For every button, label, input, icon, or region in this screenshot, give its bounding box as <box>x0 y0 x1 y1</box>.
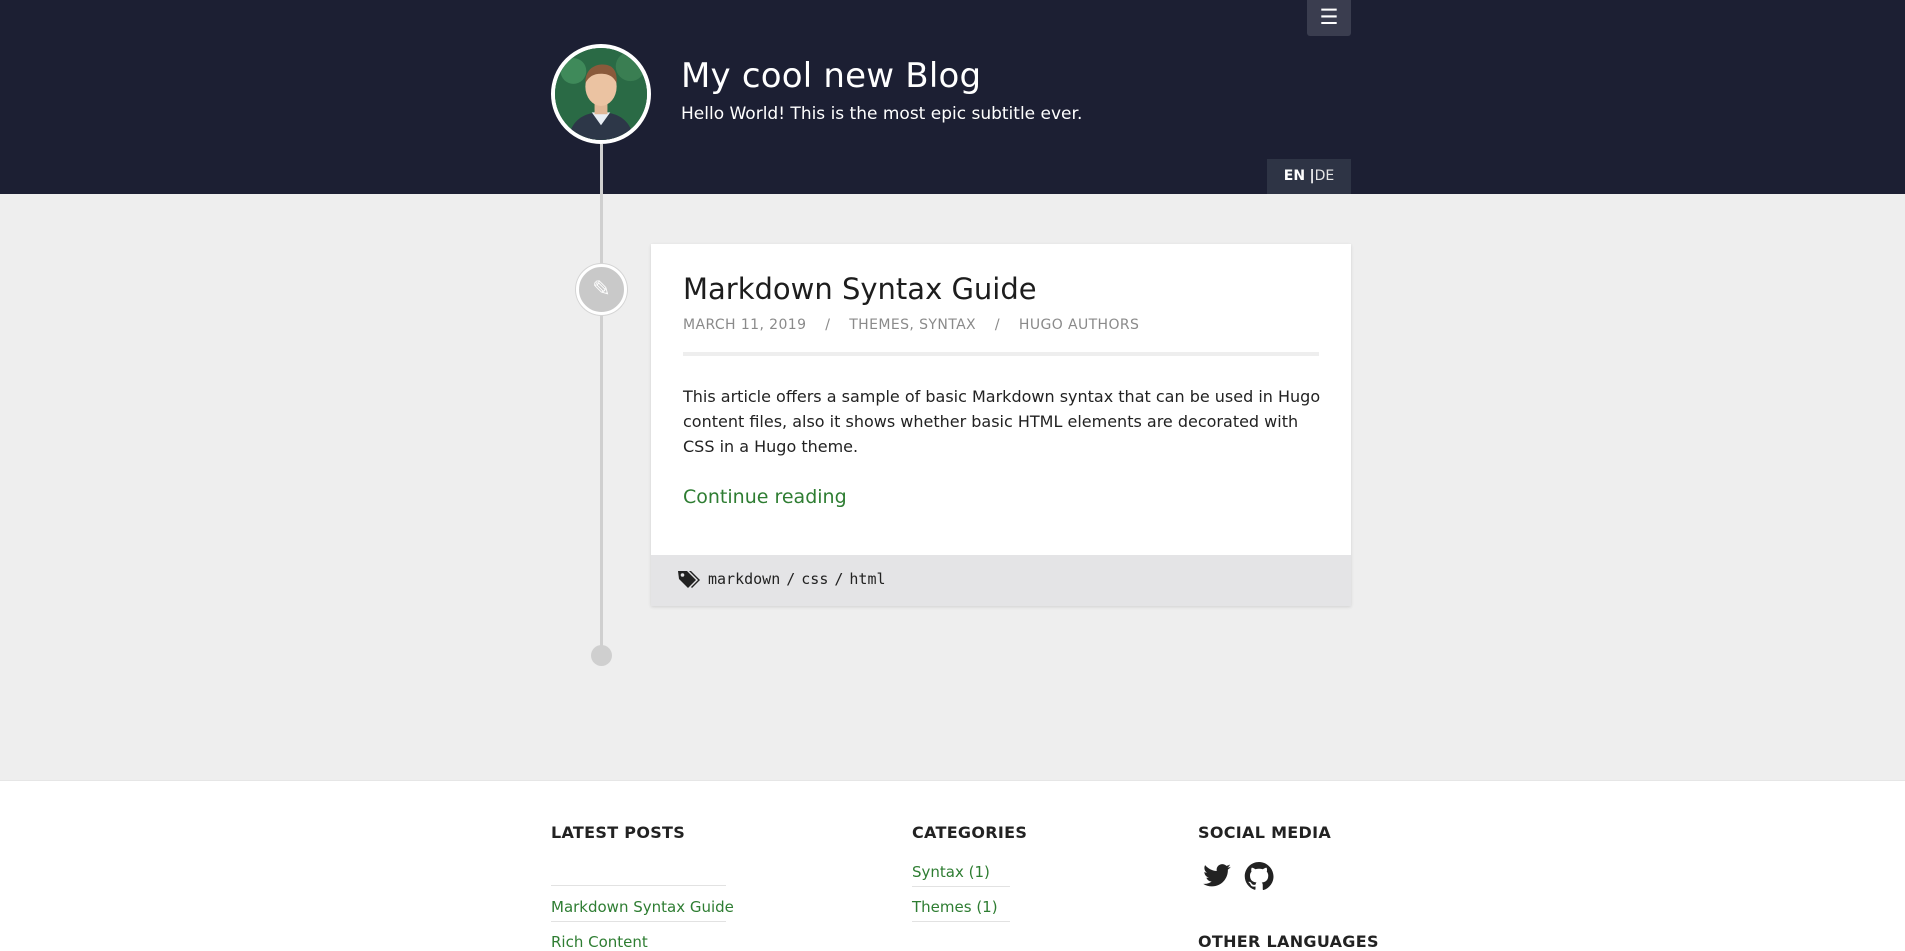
categories-heading: CATEGORIES <box>912 823 1028 842</box>
post-title[interactable]: Markdown Syntax Guide <box>683 272 1037 306</box>
tag-list: markdown / css / html <box>708 570 886 588</box>
meta-separator: / <box>825 317 831 333</box>
category-link-themes[interactable]: THEMES <box>849 317 909 333</box>
avatar-image <box>555 48 647 140</box>
post-divider <box>683 352 1319 356</box>
category-link-syntax[interactable]: SYNTAX <box>919 317 976 333</box>
post-date: MARCH 11, 2019 <box>683 317 807 333</box>
language-en[interactable]: EN <box>1284 168 1305 184</box>
site-footer: LATEST POSTS Markdown Syntax Guide Rich … <box>0 780 1905 951</box>
social-media-heading: SOCIAL MEDIA <box>1198 823 1332 842</box>
meta-separator: / <box>994 317 1001 333</box>
post-tags-bar: markdown / css / html <box>651 555 1351 606</box>
list-divider <box>912 886 1010 887</box>
site-header: ☰ My cool new Blog Hello World! This is … <box>0 0 1905 194</box>
category-separator: , <box>909 317 915 333</box>
category-link[interactable]: Syntax (1) <box>912 863 990 881</box>
pencil-icon: ✎ <box>576 264 627 315</box>
language-de[interactable]: DE <box>1315 168 1335 184</box>
tag-separator: / <box>834 570 844 588</box>
language-switcher: EN |DE <box>1267 159 1351 194</box>
tag-link-css[interactable]: css <box>801 570 828 588</box>
tag-link-markdown[interactable]: markdown <box>708 570 780 588</box>
tag-separator: / <box>786 570 796 588</box>
list-divider <box>551 885 726 886</box>
latest-posts-heading: LATEST POSTS <box>551 823 686 842</box>
timeline-end-dot <box>591 645 612 666</box>
hamburger-icon[interactable]: ☰ <box>1307 0 1351 36</box>
tag-link-html[interactable]: html <box>849 570 885 588</box>
github-icon[interactable] <box>1243 861 1275 891</box>
post-meta: MARCH 11, 2019 / THEMES, SYNTAX / HUGO A… <box>683 317 1139 333</box>
post-author[interactable]: HUGO AUTHORS <box>1019 317 1139 333</box>
latest-post-link[interactable]: Markdown Syntax Guide <box>551 898 734 916</box>
site-title[interactable]: My cool new Blog <box>681 56 981 96</box>
avatar[interactable] <box>551 44 651 144</box>
continue-reading-link[interactable]: Continue reading <box>683 486 847 508</box>
list-divider <box>551 921 726 922</box>
tags-icon <box>678 571 700 588</box>
post-card: Markdown Syntax Guide MARCH 11, 2019 / T… <box>651 244 1351 606</box>
twitter-icon[interactable] <box>1201 861 1233 891</box>
latest-post-link[interactable]: Rich Content <box>551 933 648 951</box>
list-divider <box>912 921 1010 922</box>
timeline-line <box>600 144 603 652</box>
category-link[interactable]: Themes (1) <box>912 898 998 916</box>
other-languages-heading: OTHER LANGUAGES <box>1198 932 1379 951</box>
site-subtitle: Hello World! This is the most epic subti… <box>681 104 1083 124</box>
post-summary: This article offers a sample of basic Ma… <box>683 387 1321 456</box>
